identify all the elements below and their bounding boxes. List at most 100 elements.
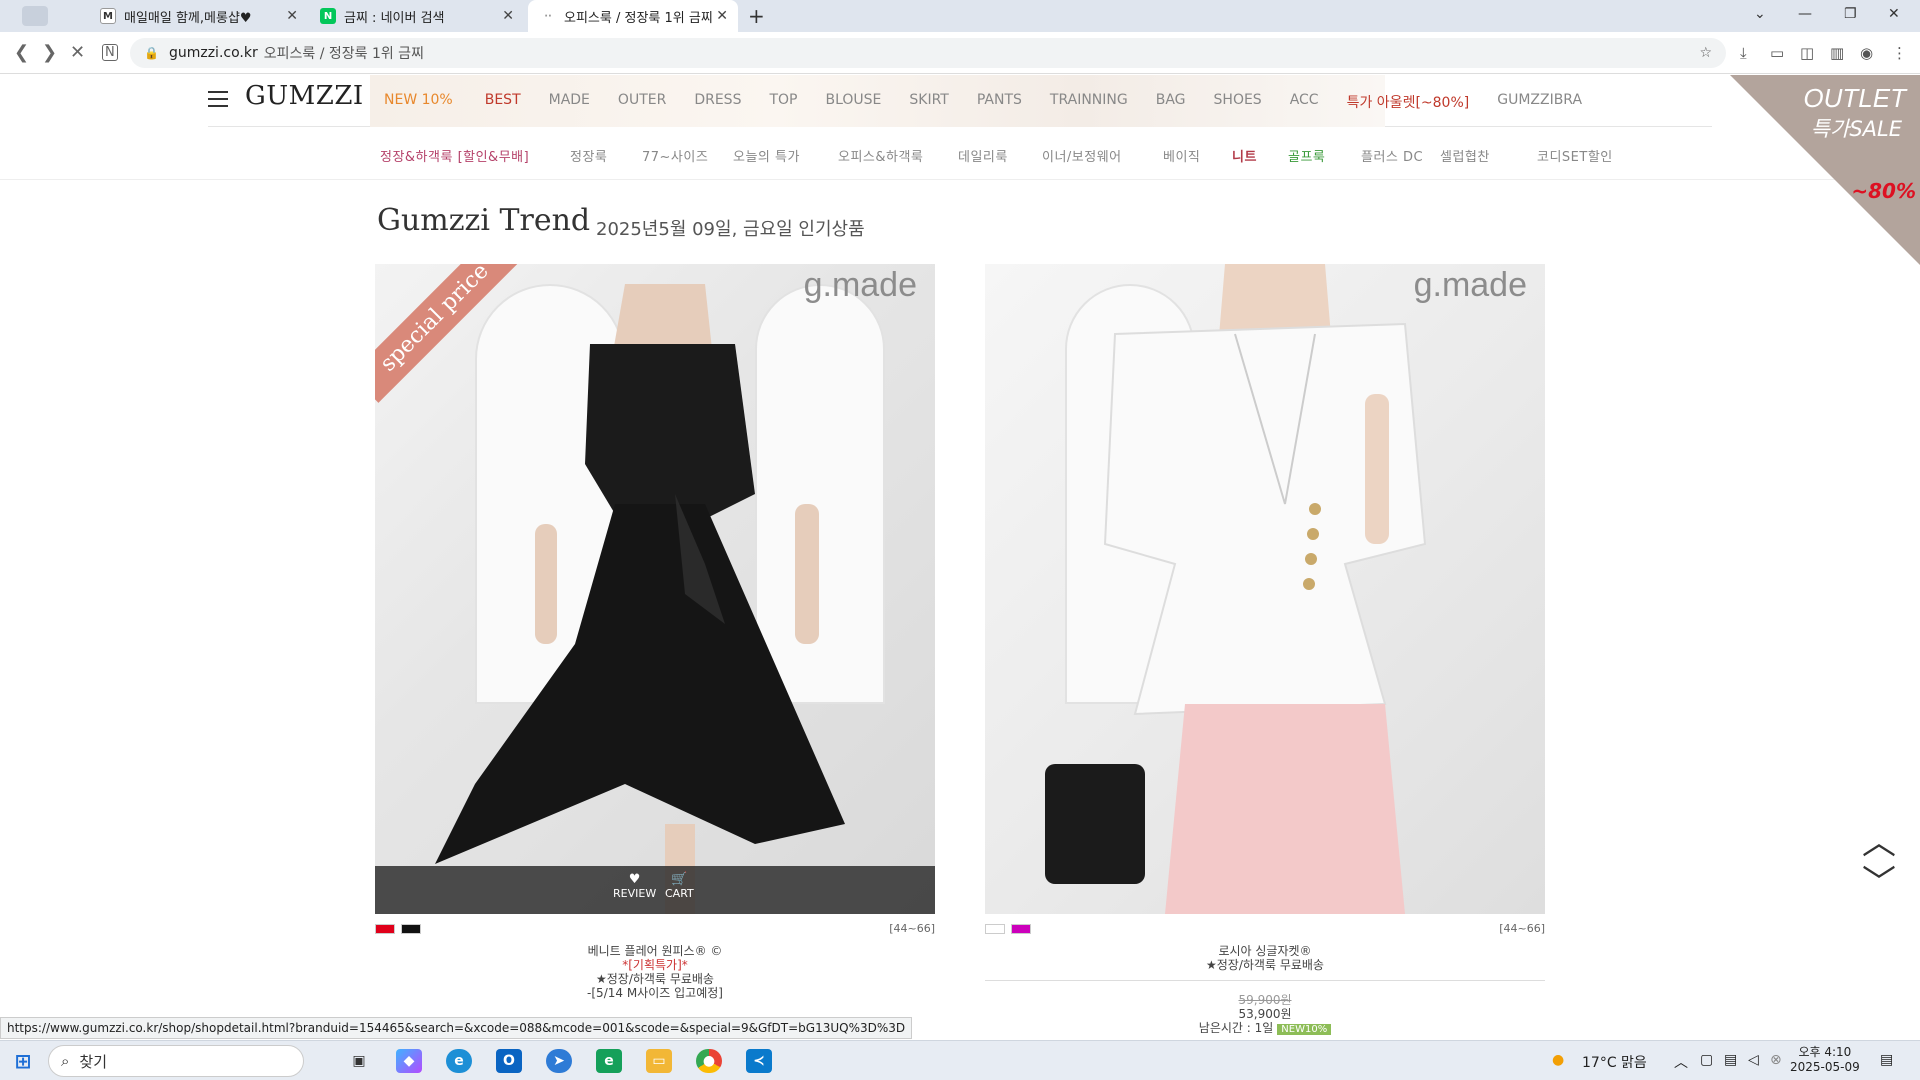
product-image[interactable]: special price g.made ♥ REVIEW 🛒 CART [375,264,935,914]
tray-chevron-icon[interactable]: ︿ [1674,1052,1688,1072]
tab-naver-search[interactable]: N 금찌 : 네이버 검색 ✕ [308,0,524,32]
subnav-item-coordi-set[interactable]: 코디SET할인 [1537,146,1613,165]
file-explorer-icon[interactable]: ▭ [646,1049,672,1073]
close-icon[interactable]: ✕ [502,8,514,24]
product-name[interactable]: 로시아 싱글자켓® [985,944,1545,958]
subnav-item-formal[interactable]: 정장룩 [570,146,607,165]
lock-icon: 🔒 [144,46,159,60]
product-card-1[interactable]: special price g.made ♥ REVIEW 🛒 CART [44… [375,264,935,1000]
subnav-item-golf[interactable]: 골프룩 [1288,146,1325,165]
menu-item-gumzzibra[interactable]: GUMZZIBRA [1497,92,1582,112]
volume-icon[interactable]: ◁ [1748,1052,1759,1068]
subnav-item-office[interactable]: 오피스&하객룩 [838,146,923,165]
menu-item-made[interactable]: MADE [549,92,590,112]
color-swatch[interactable] [1011,924,1031,934]
subnav-item-daily[interactable]: 데일리룩 [958,146,1008,165]
subnav-item-77-size[interactable]: 77~사이즈 [642,146,708,165]
outlook-icon[interactable]: O [496,1049,522,1073]
edge-dev-icon[interactable]: e [596,1049,622,1073]
outlet-discount: ~80% [1851,179,1916,203]
menu-item-shoes[interactable]: SHOES [1214,92,1262,112]
product-card-2[interactable]: g.made [44~66] 로시아 싱글자켓® ★정장/하객룩 무료배송 59… [985,264,1545,1037]
product-promo: *[기획특가]* [622,958,688,972]
stop-icon[interactable]: ✕ [70,42,85,63]
subnav-item-today-special[interactable]: 오늘의 특가 [733,146,800,165]
clock[interactable]: 오후 4:10 2025-05-09 [1790,1045,1860,1075]
page-title-text: 오피스룩 / 정장룩 1위 금찌 [263,46,424,62]
menu-item-acc[interactable]: ACC [1290,92,1319,112]
review-button[interactable]: ♥ REVIEW [613,872,656,900]
cast-icon[interactable]: ▭ [1770,44,1784,62]
menu-item-outer[interactable]: OUTER [618,92,666,112]
mute-x-icon[interactable]: ⊗ [1770,1052,1782,1068]
product-info: 로시아 싱글자켓® ★정장/하객룩 무료배송 [985,944,1545,972]
tab-label: 오피스룩 / 정장룩 1위 금찌 [564,10,713,26]
menu-item-bag[interactable]: BAG [1156,92,1186,112]
download-icon[interactable]: ⤓ [1740,44,1747,62]
subnav-item-knit[interactable]: 니트 [1232,146,1257,165]
weather-text[interactable]: 17°C 맑음 [1582,1052,1647,1072]
sidepanel-icon[interactable]: ▥ [1830,44,1844,62]
site-logo[interactable]: GUMZZI [245,81,364,111]
naver-shortcut-icon[interactable]: N [102,44,118,61]
menu-item-blouse[interactable]: BLOUSE [825,92,881,112]
hamburger-menu-icon[interactable] [208,91,228,107]
network-icon[interactable]: ▤ [1724,1052,1737,1068]
subnav-item-celeb[interactable]: 셀럽협찬 [1440,146,1490,165]
task-view-icon[interactable]: ▣ [346,1049,372,1073]
menu-item-trainning[interactable]: TRAINNING [1050,92,1128,112]
omnibox[interactable]: 🔒 gumzzi.co.kr 오피스룩 / 정장룩 1위 금찌 ☆ [130,38,1726,68]
product-image[interactable]: g.made [985,264,1545,914]
chrome-icon[interactable]: ● [696,1049,722,1073]
copilot-icon[interactable]: ◆ [396,1049,422,1073]
minimize-button[interactable]: — [1798,6,1812,22]
profile-icon[interactable]: ◉ [1860,44,1873,62]
color-swatch[interactable] [401,924,421,934]
outlet-sale-banner[interactable]: OUTLET 특가SALE ~80% [1730,75,1920,265]
bookmark-star-icon[interactable]: ☆ [1699,45,1712,61]
restore-button[interactable]: ❐ [1844,6,1857,22]
color-swatch[interactable] [985,924,1005,934]
tab-meroongshop[interactable]: M 매일매일 함께,메롱샵♥ ✕ [88,0,308,32]
taskbar-search[interactable]: ⌕ 찾기 [48,1045,304,1077]
price-block: 59,900원 53,900원 남은시간 : 1일 NEW10% [985,993,1545,1037]
tab-search-chevron-icon[interactable]: ⌄ [1754,6,1766,22]
menu-item-new[interactable]: NEW 10% [384,92,453,112]
subnav-item-inner[interactable]: 이너/보정웨어 [1042,146,1122,165]
scroll-down-arrow-icon[interactable]: ﹀ [1862,855,1896,904]
cart-icon: 🛒 [671,872,688,887]
cart-button[interactable]: 🛒 CART [665,872,694,900]
app-arrow-icon[interactable]: ➤ [546,1049,572,1073]
vscode-icon[interactable]: ≺ [746,1049,772,1073]
close-icon[interactable]: ✕ [716,8,728,24]
close-icon[interactable]: ✕ [286,8,298,24]
windows-start-icon[interactable]: ⊞ [10,1049,36,1073]
global-nav: GUMZZI NEW 10% BEST MADE OUTER DRESS TOP… [208,75,1712,127]
menu-item-outlet[interactable]: 특가 아울렛[~80%] [1347,92,1470,112]
outlet-title: OUTLET [1803,83,1906,113]
tab-search-icon[interactable] [22,6,48,26]
window-close-button[interactable]: ✕ [1888,6,1900,22]
new-tab-button[interactable]: + [748,4,765,28]
color-swatches: [44~66] [985,922,1545,936]
model-black-dress [435,284,845,914]
menu-item-pants[interactable]: PANTS [977,92,1022,112]
subnav-item-formal-sale[interactable]: 정장&하객룩 [할인&무배] [380,146,529,165]
menu-item-best[interactable]: BEST [485,92,521,112]
subnav-item-basic[interactable]: 베이직 [1163,146,1200,165]
menu-item-dress[interactable]: DRESS [694,92,741,112]
screenshot-icon[interactable]: ◫ [1800,44,1814,62]
menu-item-skirt[interactable]: SKIRT [909,92,948,112]
edge-icon[interactable]: e [446,1049,472,1073]
color-swatch[interactable] [375,924,395,934]
meet-icon[interactable]: ▢ [1700,1052,1713,1068]
product-name[interactable]: 베니트 플레어 원피스® © [375,944,935,958]
menu-kebab-icon[interactable]: ⋮ [1892,44,1907,62]
notification-icon[interactable]: ▤ [1880,1052,1893,1068]
tab-gumzzi[interactable]: ·· 오피스룩 / 정장룩 1위 금찌 ✕ [528,0,738,32]
loading-icon: ·· [544,10,552,22]
menu-item-top[interactable]: TOP [769,92,797,112]
forward-icon[interactable]: ❯ [42,42,57,63]
back-icon[interactable]: ❮ [14,42,29,63]
subnav-item-plus-dc[interactable]: 플러스 DC [1361,146,1423,165]
